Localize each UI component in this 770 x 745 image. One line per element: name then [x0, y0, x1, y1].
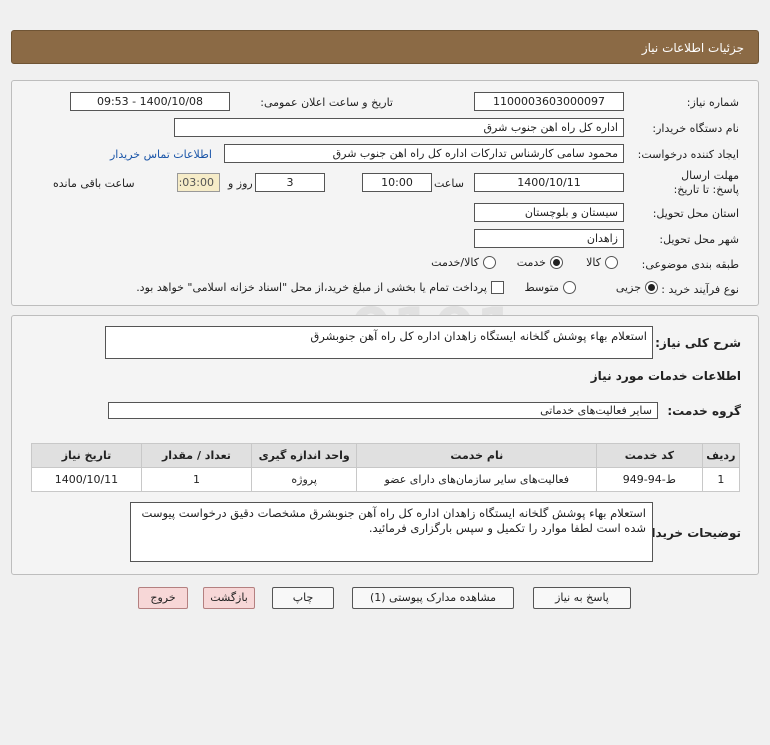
deadline-time-field: 10:00 — [362, 173, 432, 192]
contact-buyer-link[interactable]: اطلاعات تماس خریدار — [110, 148, 212, 161]
category-option-goods-service[interactable]: کالا/خدمت — [431, 256, 496, 269]
summary-field: استعلام بهاء پوشش گلخانه ایستگاه زاهدان … — [105, 326, 653, 359]
treasury-checkbox[interactable] — [491, 281, 504, 294]
need-number-label: شماره نیاز: — [686, 96, 739, 109]
time-label: ساعت — [434, 177, 464, 190]
summary-label: شرح کلی نیاز: — [655, 336, 741, 350]
col-quantity: تعداد / مقدار — [140, 443, 252, 468]
treasury-option[interactable]: پرداخت تمام یا بخشی از مبلغ خرید،از محل … — [136, 281, 504, 294]
col-unit: واحد اندازه گیری — [250, 443, 358, 468]
process-label: نوع فرآیند خرید : — [661, 283, 739, 296]
page-header: جزئیات اطلاعات نیاز — [11, 30, 759, 64]
buyer-desc-field: استعلام بهاء پوشش گلخانه ایستگاه زاهدان … — [130, 502, 653, 562]
radio-service[interactable] — [550, 256, 563, 269]
col-service-code: کد خدمت — [596, 443, 703, 468]
radio-goods-service[interactable] — [483, 256, 496, 269]
attachments-button[interactable]: مشاهده مدارک پیوستی (1) — [352, 587, 514, 609]
reply-button[interactable]: پاسخ به نیاز — [533, 587, 631, 609]
col-row: ردیف — [701, 443, 741, 468]
cell-row: 1 — [701, 467, 741, 492]
deadline-label: مهلت ارسال پاسخ: تا تاریخ: — [673, 169, 739, 196]
table-header-row: ردیف کد خدمت نام خدمت واحد اندازه گیری ت… — [31, 443, 741, 468]
radio-medium[interactable] — [563, 281, 576, 294]
announce-datetime-field: 1400/10/08 - 09:53 — [70, 92, 230, 111]
category-option-goods[interactable]: کالا — [586, 256, 618, 269]
days-label: روز و — [228, 177, 253, 190]
service-group-field: سایر فعالیت‌های خدماتی — [108, 402, 658, 419]
radio-goods[interactable] — [605, 256, 618, 269]
cell-service-name: فعالیت‌های سایر سازمان‌های دارای عضو — [356, 467, 598, 492]
remaining-time-field: 00:03:00 — [177, 173, 220, 192]
province-field: سیستان و بلوچستان — [474, 203, 624, 222]
announce-label: تاریخ و ساعت اعلان عمومی: — [260, 96, 393, 109]
cell-need-date: 1400/10/11 — [31, 467, 142, 492]
category-option-service[interactable]: خدمت — [517, 256, 563, 269]
city-field: زاهدان — [474, 229, 624, 248]
process-option-minor[interactable]: جزیی — [616, 281, 658, 294]
print-button[interactable]: چاپ — [272, 587, 334, 609]
buyer-org-field: اداره کل راه اهن جنوب شرق — [174, 118, 624, 137]
deadline-date-field: 1400/10/11 — [474, 173, 624, 192]
process-option-medium[interactable]: متوسط — [524, 281, 576, 294]
cell-quantity: 1 — [140, 467, 252, 492]
requester-field: محمود سامی کارشناس تدارکات اداره کل راه … — [224, 144, 624, 163]
cell-unit: پروژه — [250, 467, 358, 492]
province-label: استان محل تحویل: — [652, 207, 739, 220]
treasury-note: پرداخت تمام یا بخشی از مبلغ خرید،از محل … — [136, 281, 487, 294]
need-info-panel: شماره نیاز: 1100003603000097 تاریخ و ساع… — [11, 80, 759, 306]
services-table: ردیف کد خدمت نام خدمت واحد اندازه گیری ت… — [31, 443, 741, 492]
buyer-org-label: نام دستگاه خریدار: — [652, 122, 739, 135]
service-group-label: گروه خدمت: — [667, 404, 741, 418]
table-row: 1 ط-94-949 فعالیت‌های سایر سازمان‌های دا… — [31, 467, 741, 492]
category-label: طبقه بندی موضوعی: — [641, 258, 739, 271]
need-details-panel: شرح کلی نیاز: استعلام بهاء پوشش گلخانه ا… — [11, 315, 759, 575]
col-need-date: تاریخ نیاز — [31, 443, 142, 468]
radio-minor[interactable] — [645, 281, 658, 294]
need-number-field: 1100003603000097 — [474, 92, 624, 111]
col-service-name: نام خدمت — [356, 443, 598, 468]
days-field: 3 — [255, 173, 325, 192]
city-label: شهر محل تحویل: — [659, 233, 739, 246]
back-button[interactable]: بازگشت — [203, 587, 255, 609]
requester-label: ایجاد کننده درخواست: — [637, 148, 739, 161]
exit-button[interactable]: خروج — [138, 587, 188, 609]
services-title: اطلاعات خدمات مورد نیاز — [590, 369, 741, 383]
page-title: جزئیات اطلاعات نیاز — [641, 41, 744, 55]
buyer-desc-label: توضیحات خریدار: — [639, 526, 741, 540]
cell-service-code: ط-94-949 — [596, 467, 703, 492]
remaining-label: ساعت باقی مانده — [53, 177, 135, 190]
